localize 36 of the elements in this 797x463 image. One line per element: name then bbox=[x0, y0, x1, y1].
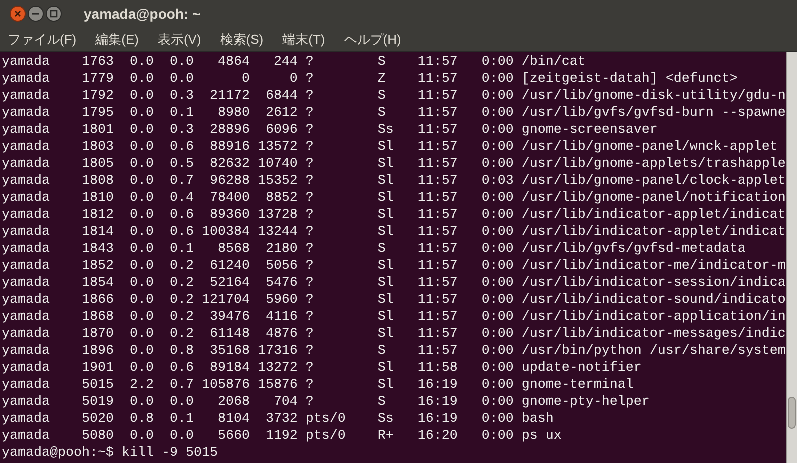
window-title: yamada@pooh: ~ bbox=[84, 4, 201, 24]
terminal-line: yamada 1763 0.0 0.0 4864 244 ? S 11:57 0:00 /bin/cat bbox=[2, 54, 586, 71]
terminal-line: yamada 5019 0.0 0.0 2068 704 ? S 16:19 0:00 gnome-pty-helper bbox=[2, 394, 650, 411]
maximize-icon[interactable] bbox=[46, 6, 62, 22]
menu-item[interactable]: 表示(V) bbox=[158, 30, 202, 50]
menu-item[interactable]: 検索(S) bbox=[220, 30, 264, 50]
menu-item[interactable]: ファイル(F) bbox=[8, 30, 77, 50]
terminal-line: yamada 1814 0.0 0.6 100384 13244 ? Sl 11:57 0:00 /usr/lib/indicator-applet/indicat bbox=[2, 224, 786, 241]
terminal-line: yamada 1866 0.0 0.2 121704 5960 ? Sl 11:57 0:00 /usr/lib/indicator-sound/indicato bbox=[2, 292, 786, 309]
terminal-line: yamada 1868 0.0 0.2 39476 4116 ? Sl 11:57 0:00 /usr/lib/indicator-application/in bbox=[2, 309, 786, 326]
terminal-line: yamada 1852 0.0 0.2 61240 5056 ? Sl 11:57 0:00 /usr/lib/indicator-me/indicator-m bbox=[2, 258, 786, 275]
terminal-line: yamada 1896 0.0 0.8 35168 17316 ? S 11:57 0:00 /usr/bin/python /usr/share/system bbox=[2, 343, 786, 360]
terminal-line: yamada 1854 0.0 0.2 52164 5476 ? Sl 11:57 0:00 /usr/lib/indicator-session/indica bbox=[2, 275, 786, 292]
terminal-line: yamada 1812 0.0 0.6 89360 13728 ? Sl 11:57 0:00 /usr/lib/indicator-applet/indicat bbox=[2, 207, 786, 224]
close-icon[interactable] bbox=[10, 6, 26, 22]
terminal-line: yamada 1801 0.0 0.3 28896 6096 ? Ss 11:57 0:00 gnome-screensaver bbox=[2, 122, 658, 139]
menu-item[interactable]: ヘルプ(H) bbox=[344, 30, 402, 50]
terminal-line: yamada 1792 0.0 0.3 21172 6844 ? S 11:57 0:00 /usr/lib/gnome-disk-utility/gdu-n bbox=[2, 88, 786, 105]
menu-item[interactable]: 編集(E) bbox=[96, 30, 139, 50]
terminal-line: yamada 1803 0.0 0.6 88916 13572 ? Sl 11:57 0:00 /usr/lib/gnome-panel/wnck-applet bbox=[2, 139, 778, 156]
scrollbar[interactable] bbox=[786, 52, 797, 463]
terminal-line: yamada 1779 0.0 0.0 0 0 ? Z 11:57 0:00 [zeitgeist-datah] <defunct> bbox=[2, 71, 738, 88]
menu-item[interactable]: 端末(T) bbox=[282, 30, 326, 50]
terminal-line: yamada@pooh:~$ kill -9 5015 bbox=[2, 445, 218, 462]
terminal-line: yamada 1901 0.0 0.6 89184 13272 ? Sl 11:58 0:00 update-notifier bbox=[2, 360, 642, 377]
terminal-line: yamada 1843 0.0 0.1 8568 2180 ? S 11:57 0:00 /usr/lib/gvfs/gvfsd-metadata bbox=[2, 241, 746, 258]
terminal-line: yamada 5015 2.2 0.7 105876 15876 ? Sl 16:19 0:00 gnome-terminal bbox=[2, 377, 634, 394]
terminal-line: yamada 1870 0.0 0.2 61148 4876 ? Sl 11:57 0:00 /usr/lib/indicator-messages/indic bbox=[2, 326, 786, 343]
minimize-icon[interactable] bbox=[28, 6, 44, 22]
terminal-line: yamada 1805 0.0 0.5 82632 10740 ? Sl 11:57 0:00 /usr/lib/gnome-applets/trashapple bbox=[2, 156, 786, 173]
terminal-line: yamada 5080 0.0 0.0 5660 1192 pts/0 R+ 16:20 0:00 ps ux bbox=[2, 428, 562, 445]
terminal-line: yamada 5020 0.8 0.1 8104 3732 pts/0 Ss 16:19 0:00 bash bbox=[2, 411, 554, 428]
terminal-line: yamada 1795 0.0 0.1 8980 2612 ? S 11:57 0:00 /usr/lib/gvfs/gvfsd-burn --spawne bbox=[2, 105, 786, 122]
terminal-line: yamada 1808 0.0 0.7 96288 15352 ? Sl 11:57 0:03 /usr/lib/gnome-panel/clock-applet bbox=[2, 173, 786, 190]
scrollbar-thumb[interactable] bbox=[788, 397, 796, 429]
terminal-line: yamada 1810 0.0 0.4 78400 8852 ? Sl 11:57 0:00 /usr/lib/gnome-panel/notification bbox=[2, 190, 786, 207]
